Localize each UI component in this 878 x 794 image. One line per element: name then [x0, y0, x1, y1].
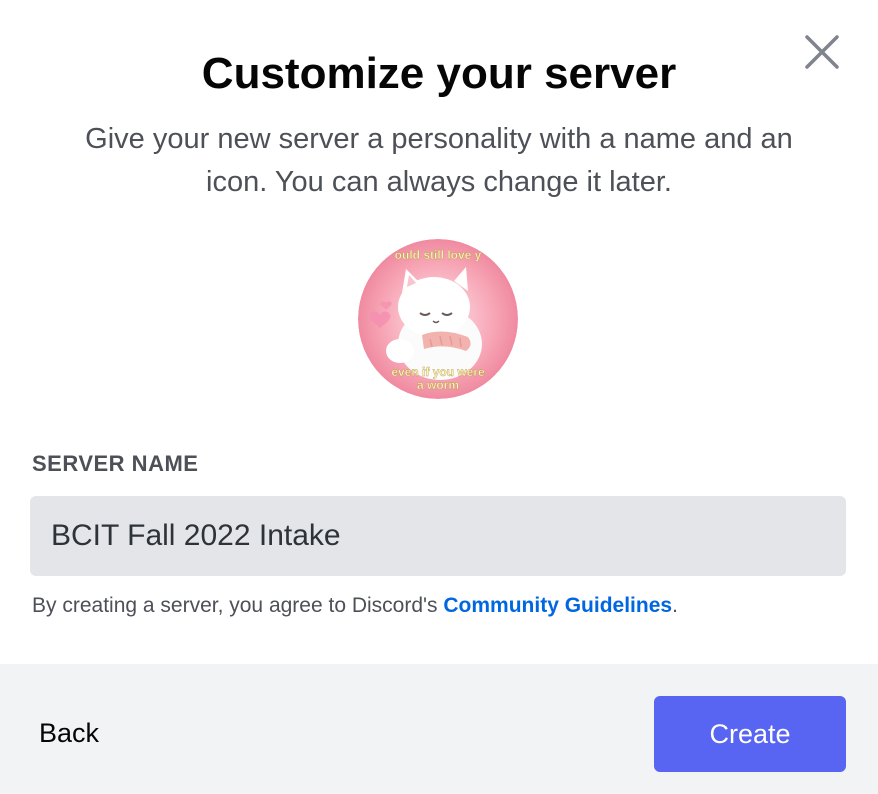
create-server-modal: Customize your server Give your new serv… [0, 0, 878, 794]
back-button[interactable]: Back [39, 718, 99, 749]
modal-subtitle: Give your new server a personality with … [85, 123, 793, 198]
community-guidelines-link[interactable]: Community Guidelines [443, 594, 672, 617]
create-button[interactable]: Create [654, 696, 846, 772]
icon-caption-bottom-line1: even if you were [391, 365, 485, 379]
server-name-label: SERVER NAME [32, 451, 199, 476]
terms-prefix: By creating a server, you agree to Disco… [32, 594, 444, 617]
terms-text: By creating a server, you agree to Disco… [32, 594, 678, 618]
server-name-input[interactable] [30, 496, 846, 576]
modal-footer: Back Create [0, 664, 878, 794]
server-icon-image[interactable]: ould still love y even if you were a wor… [358, 239, 518, 399]
icon-caption-top: ould still love y [395, 248, 482, 262]
icon-caption-bottom-line2: a worm [417, 378, 459, 392]
terms-suffix: . [672, 594, 678, 617]
modal-title: Customize your server [201, 49, 677, 98]
